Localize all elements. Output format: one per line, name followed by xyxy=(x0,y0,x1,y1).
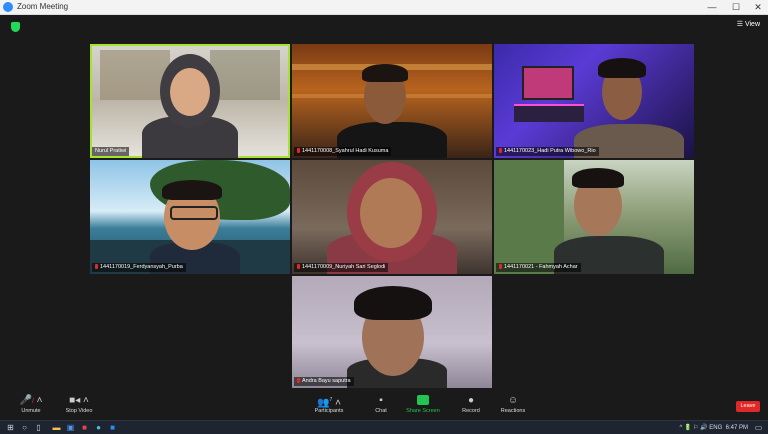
participant-hair xyxy=(598,58,646,78)
participants-label: Participants xyxy=(314,408,344,414)
reactions-label: Reactions xyxy=(500,408,526,414)
notifications-icon[interactable]: ▭ xyxy=(754,423,763,432)
muted-mic-icon xyxy=(297,148,300,154)
file-explorer-icon[interactable]: ▬ xyxy=(52,423,61,432)
video-tile[interactable]: 1441170023_Hadi Putra Wibowo_Rio xyxy=(494,44,694,158)
clock[interactable]: 6:47 PM xyxy=(726,425,748,431)
muted-mic-icon xyxy=(297,378,300,384)
muted-mic-icon xyxy=(95,264,98,270)
participant-name: 1441170009_Nuriyah Sari Seglodi xyxy=(294,263,389,272)
muted-mic-icon xyxy=(499,264,502,270)
participant-name: 1441170023_Hadi Putra Wibowo_Rio xyxy=(496,147,599,156)
participant-name-text: 1441170009_Nuriyah Sari Seglodi xyxy=(302,264,386,270)
share-screen-icon xyxy=(400,394,446,407)
leave-button[interactable]: Leave xyxy=(736,401,760,412)
record-label: Record xyxy=(462,408,480,414)
system-tray: ^ 🔋 ⚐ 🔊 ENG 6:47 PM xyxy=(679,424,748,431)
chat-button[interactable]: ▪ Chat xyxy=(358,394,404,415)
view-button[interactable]: ☰ View xyxy=(737,20,760,28)
video-tile[interactable]: 1441170019_Ferdyansyah_Purba xyxy=(90,160,290,274)
participant-hair xyxy=(354,286,432,320)
participant-hair xyxy=(362,64,408,82)
participant-name: 1441170019_Ferdyansyah_Purba xyxy=(92,263,186,272)
maximize-button[interactable]: ☐ xyxy=(725,0,747,14)
task-view-icon[interactable]: ▯ xyxy=(34,423,43,432)
search-icon[interactable]: ○ xyxy=(20,423,29,432)
participant-name-text: Andra Bayu saputra xyxy=(302,378,351,384)
monitor xyxy=(522,66,574,100)
participant-name: 1441170008_Syahrul Hadi Kusuma xyxy=(294,147,392,156)
participant-name-text: 1441170008_Syahrul Hadi Kusuma xyxy=(302,148,389,154)
meeting-toolbar: 🎤/ ˄ Unmute ■◂ ˄ Stop Video 👥7 ˄ Partici… xyxy=(0,392,768,420)
muted-mic-icon xyxy=(499,148,502,154)
encryption-shield-icon[interactable] xyxy=(11,22,20,32)
reactions-icon: ☺ xyxy=(507,395,519,406)
participant-name-text: 1441170021 - Fahmyah Achar xyxy=(504,264,578,270)
participant-face xyxy=(360,178,422,248)
zoom-app-icon xyxy=(3,2,13,12)
video-tile[interactable]: 1441170009_Nuriyah Sari Seglodi xyxy=(292,160,492,274)
video-camera-icon: ■◂ ˄ xyxy=(69,395,89,406)
close-button[interactable]: ✕ xyxy=(747,0,768,14)
minimize-button[interactable]: — xyxy=(701,0,723,14)
video-tile[interactable]: 1441170008_Syahrul Hadi Kusuma xyxy=(292,44,492,158)
stop-video-button[interactable]: ■◂ ˄ Stop Video xyxy=(56,394,102,415)
windows-start-icon[interactable]: ⊞ xyxy=(6,423,15,432)
video-tile[interactable]: Andra Bayu saputra xyxy=(292,276,492,388)
zoom-taskbar-icon[interactable]: ■ xyxy=(108,423,117,432)
participant-face xyxy=(170,68,210,116)
edge-icon[interactable]: ● xyxy=(94,423,103,432)
app-icon[interactable]: ■ xyxy=(80,423,89,432)
video-tile[interactable]: 1441170021 - Fahmyah Achar xyxy=(494,160,694,274)
share-screen-label: Share Screen xyxy=(406,408,440,414)
chat-bubble-icon: ▪ xyxy=(379,395,383,406)
participant-name-text: 1441170019_Ferdyansyah_Purba xyxy=(100,264,183,270)
tray-icons[interactable]: ^ 🔋 ⚐ 🔊 ENG xyxy=(679,425,722,431)
muted-mic-icon xyxy=(297,264,300,270)
participant-name: Andra Bayu saputra xyxy=(294,377,354,386)
video-tile[interactable]: Nurul Pratiwi xyxy=(90,44,290,158)
participant-name: Nurul Pratiwi xyxy=(92,147,130,156)
unmute-label: Unmute xyxy=(21,408,41,414)
record-icon: ● xyxy=(467,395,475,406)
reactions-button[interactable]: ☺ Reactions xyxy=(490,394,536,415)
participant-name: 1441170021 - Fahmyah Achar xyxy=(496,263,581,272)
microphone-muted-icon: 🎤/ ˄ xyxy=(19,395,43,406)
participants-icon: 👥7 ˄ xyxy=(317,397,341,409)
participant-hair xyxy=(162,180,222,200)
share-screen-button[interactable]: Share Screen xyxy=(400,394,446,415)
window-titlebar: Zoom Meeting — ☐ ✕ xyxy=(0,0,768,15)
stop-video-label: Stop Video xyxy=(65,408,93,414)
background-picture xyxy=(210,50,280,100)
desk-led xyxy=(514,104,584,122)
window-title: Zoom Meeting xyxy=(17,2,69,11)
store-icon[interactable]: ▣ xyxy=(66,423,75,432)
chat-label: Chat xyxy=(375,408,387,414)
view-label: View xyxy=(744,21,760,28)
record-button[interactable]: ● Record xyxy=(448,394,494,415)
participant-name-text: 1441170023_Hadi Putra Wibowo_Rio xyxy=(504,148,596,154)
unmute-button[interactable]: 🎤/ ˄ Unmute xyxy=(8,394,54,415)
participants-button[interactable]: 👥7 ˄ Participants xyxy=(306,394,352,415)
glasses xyxy=(170,206,218,220)
participants-count: 7 xyxy=(329,397,333,403)
windows-taskbar: ⊞ ○ ▯ ▬ ▣ ■ ● ■ ^ 🔋 ⚐ 🔊 ENG 6:47 PM ▭ xyxy=(0,420,768,434)
participant-hair xyxy=(572,168,624,188)
